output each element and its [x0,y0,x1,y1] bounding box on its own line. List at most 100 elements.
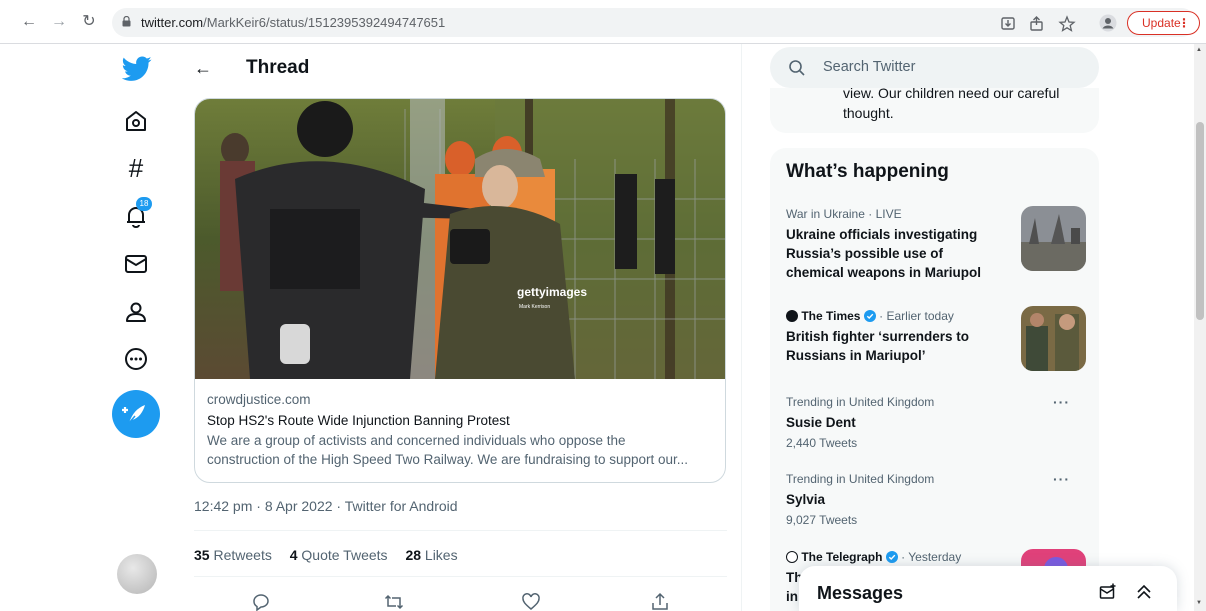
explore-icon[interactable]: # [123,155,149,181]
trend-meta: · Earlier today [879,309,954,323]
star-icon[interactable] [1058,15,1076,33]
link-card[interactable]: gettyimages Mark Kerrison crowdjustice.c… [194,98,726,483]
previous-card-line1: view. Our children need our careful [843,88,1060,101]
back-icon[interactable]: ← [20,13,38,31]
profile-icon[interactable] [1099,14,1117,32]
more-icon[interactable] [123,346,149,372]
new-message-icon[interactable] [1099,583,1117,601]
trend-publisher: The Telegraph [801,550,883,564]
like-icon[interactable] [521,592,541,611]
scroll-thumb[interactable] [1196,122,1204,320]
card-domain: crowdjustice.com [207,392,311,407]
forward-icon[interactable]: → [50,13,68,31]
trend-meta: Trending in United Kingdom [786,472,935,486]
tweet-actions [179,588,741,611]
retweets-stat[interactable]: 35 Retweets [194,547,272,563]
compose-tweet-button[interactable] [112,390,160,438]
account-avatar[interactable] [117,554,157,594]
quotes-label: Quote Tweets [301,547,388,563]
trend-title: Sylvia [786,492,826,507]
the-telegraph-icon [786,551,798,563]
whats-happening-panel: What’s happening War in Ukraine · LIVE U… [770,148,1099,611]
update-label: Update [1142,16,1181,30]
notifications-nav[interactable]: 18 [123,197,152,229]
getty-credit: Mark Kerrison [519,304,550,310]
share-icon[interactable] [1028,15,1046,33]
trend-title: Ukraine officials investigating Russia’s… [786,227,982,280]
quotes-count: 4 [289,547,298,563]
card-description-line1: We are a group of activists and concerne… [207,433,626,448]
profile-nav-icon[interactable] [123,299,149,325]
trend-thumbnail [1021,206,1086,271]
retweets-count: 35 [194,547,210,563]
notifications-badge: 18 [136,197,152,211]
quote-tweets-stat[interactable]: 4 Quote Tweets [290,547,388,563]
trend-item[interactable]: Trending in United Kingdom Sylvia 9,027 … [786,471,1086,528]
search-icon [789,60,805,76]
trend-thumbnail [1021,306,1086,371]
main-column: ← Thread gettyimages Mark Kerrison crowd… [179,44,742,611]
url-path: /MarkKeir6/status/1512395392494747651 [203,15,446,30]
trend-item[interactable]: The Times · Earlier today British fighte… [786,306,1086,371]
trend-meta: Trending in United Kingdom [786,395,935,409]
update-button[interactable]: Update ⋮ [1127,11,1200,35]
lock-icon [122,16,131,27]
divider [194,576,727,577]
divider [194,530,727,531]
page-scrollbar[interactable]: ▲ ▼ [1194,44,1206,611]
expand-chevron-icon[interactable] [1135,583,1153,601]
likes-stat[interactable]: 28 Likes [405,547,457,563]
address-bar[interactable]: twitter.com/MarkKeir6/status/15123953924… [112,8,1196,37]
url-host: twitter.com [141,15,204,30]
messages-drawer[interactable]: Messages [799,566,1177,611]
messages-icon[interactable] [123,251,149,277]
back-arrow-icon[interactable]: ← [194,58,212,79]
scroll-up-icon[interactable]: ▲ [1196,47,1202,53]
retweets-label: Retweets [213,547,272,563]
more-options-icon[interactable]: ··· [1053,394,1070,410]
share-tweet-icon[interactable] [650,592,670,611]
home-icon[interactable] [123,108,149,134]
trend-item[interactable]: Trending in United Kingdom Susie Dent 2,… [786,394,1086,451]
card-meta: crowdjustice.com Stop HS2's Route Wide I… [195,379,725,482]
twitter-logo-icon[interactable] [122,56,152,82]
whats-happening-title: What’s happening [786,161,949,182]
protest-photo: gettyimages Mark Kerrison [195,99,725,379]
install-app-icon[interactable] [1000,15,1018,33]
browser-toolbar: ← → ↻ twitter.com/MarkKeir6/status/15123… [0,0,1206,44]
tweet-timestamp[interactable]: 12:42 pm · 8 Apr 2022 · Twitter for Andr… [194,498,458,514]
url-text: twitter.com/MarkKeir6/status/15123953924… [141,15,445,30]
trend-title: Susie Dent [786,415,856,430]
search-placeholder: Search Twitter [823,59,916,75]
compose-feather-icon [122,405,145,424]
reload-icon[interactable]: ↻ [80,13,98,31]
trend-count: 9,027 Tweets [786,513,858,527]
verified-icon [863,310,876,322]
card-image[interactable]: gettyimages Mark Kerrison [195,99,725,379]
trend-item[interactable]: War in Ukraine · LIVE Ukraine officials … [786,206,1086,282]
trend-publisher: The Times [801,309,861,323]
search-box[interactable]: Search Twitter [770,47,1099,88]
trend-meta: · Yesterday [901,550,962,564]
menu-dots-icon: ⋮ [1178,16,1190,30]
getty-watermark: gettyimages [517,285,587,299]
tweet-stats: 35 Retweets 4 Quote Tweets 28 Likes [194,547,472,563]
trend-count: 2,440 Tweets [786,436,858,450]
thread-header: ← Thread [179,44,741,92]
the-times-icon [786,310,798,322]
more-options-icon[interactable]: ··· [1053,471,1070,487]
scroll-down-icon[interactable]: ▼ [1196,600,1202,606]
card-description-line2: construction of the High Speed Two Railw… [207,452,689,467]
card-title: Stop HS2's Route Wide Injunction Banning… [207,413,510,428]
trend-title: British fighter ‘surrenders to Russians … [786,329,970,363]
retweet-icon[interactable] [384,592,404,611]
reply-icon[interactable] [251,592,271,611]
likes-label: Likes [424,547,458,563]
previous-card-line2: thought. [843,105,894,121]
verified-icon [885,551,898,563]
page-title: Thread [246,57,310,78]
previous-sidebar-card: view. Our children need our careful thou… [770,88,1099,133]
left-sidebar: # 18 [105,44,169,611]
likes-count: 28 [405,547,422,563]
previous-card-text: view. Our children need our careful thou… [843,88,1073,123]
